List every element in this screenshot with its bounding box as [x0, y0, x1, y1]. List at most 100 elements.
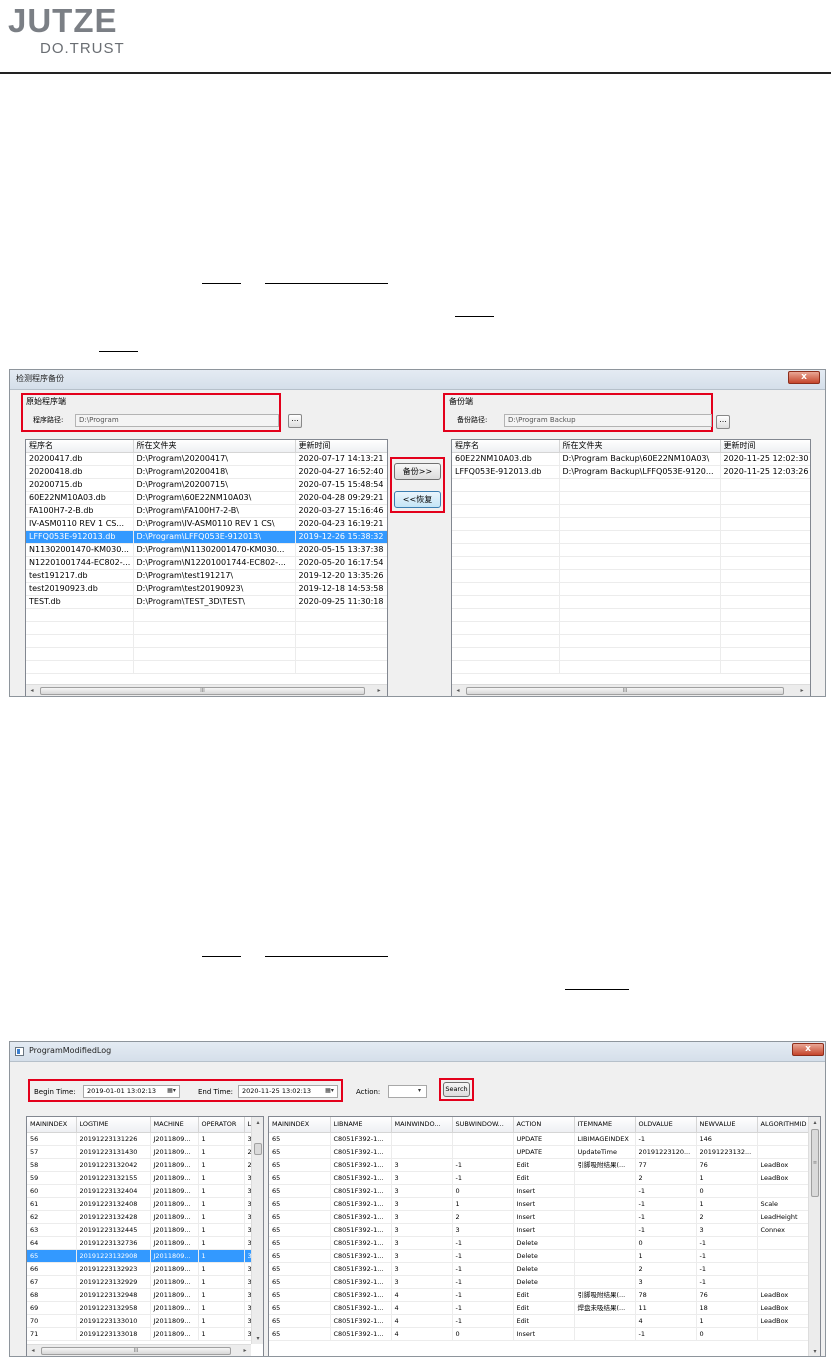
close-button[interactable]: x: [792, 1043, 824, 1056]
table-row[interactable]: N11302001470-KM030... D:\Program\N1130200…: [26, 543, 387, 558]
table-row[interactable]: 65 C8051F392-1... 3 -1 Delete 2 -1: [269, 1262, 811, 1276]
table-row[interactable]: 65 C8051F392-1... UPDATE UpdateTime 20191223…: [269, 1145, 811, 1159]
table-row[interactable]: 65 C8051F392-1... 3 -1 Delete 1 -1: [269, 1249, 811, 1263]
table-row[interactable]: 65 C8051F392-1... 3 -1 Edit 引脚吸附结果(... 77 76 Lea…: [269, 1158, 811, 1172]
column-header[interactable]: SUBWINDOW...: [452, 1117, 514, 1133]
table-row[interactable]: 65 C8051F392-1... 3 3 Insert -1 3 Connex: [269, 1223, 811, 1237]
scroll-left-icon[interactable]: ◂: [26, 687, 38, 695]
table-row[interactable]: LFFQ053E-912013.db D:\Program Backup\LFFQ…: [452, 465, 810, 480]
scroll-left-icon[interactable]: ◂: [27, 1347, 39, 1355]
scroll-thumb[interactable]: III: [41, 1347, 231, 1355]
vertical-scrollbar[interactable]: ▴ ▾: [251, 1117, 263, 1344]
table-row[interactable]: 20200417.db D:\Program\20200417\ 2020-07-1…: [26, 452, 387, 467]
scroll-up-icon[interactable]: ▴: [252, 1119, 263, 1127]
dest-browse-button[interactable]: ...: [716, 415, 730, 429]
table-row[interactable]: 63 20191223132445 J2011809... 1 3: [27, 1223, 254, 1237]
backup-button[interactable]: 备份>>: [394, 463, 441, 480]
horizontal-scrollbar[interactable]: ◂ III ▸: [452, 684, 810, 696]
table-row[interactable]: 65 C8051F392-1... 4 -1 Edit 引脚吸附结果(... 78 76 Lea…: [269, 1288, 811, 1302]
table-row[interactable]: 65 C8051F392-1... 4 -1 Edit 焊盘未吸结果(... 11 18 Lea…: [269, 1301, 811, 1315]
column-header[interactable]: ACTION: [513, 1117, 575, 1133]
calendar-icon[interactable]: ▦▾: [323, 1086, 336, 1096]
scroll-left-icon[interactable]: ◂: [452, 687, 464, 695]
table-row[interactable]: 56 20191223131226 J2011809... 1 3: [27, 1132, 254, 1146]
end-time-picker[interactable]: 2020-11-25 13:02:13 ▦▾: [238, 1085, 338, 1098]
table-row[interactable]: 20200715.db D:\Program\20200715\ 2020-07-1…: [26, 478, 387, 493]
column-header[interactable]: 所在文件夹: [559, 440, 721, 454]
chevron-down-icon[interactable]: ▾: [413, 1086, 426, 1096]
table-row[interactable]: FA100H7-2-B.db D:\Program\FA100H7-2-B\ 202…: [26, 504, 387, 519]
column-header[interactable]: 程序名: [26, 440, 134, 454]
scroll-right-icon[interactable]: ▸: [373, 687, 385, 695]
table-row[interactable]: 66 20191223132923 J2011809... 1 3: [27, 1262, 254, 1276]
table-row[interactable]: 62 20191223132428 J2011809... 1 3: [27, 1210, 254, 1224]
horizontal-scrollbar[interactable]: ◂ III ▸: [26, 684, 387, 696]
table-row[interactable]: 70 20191223133010 J2011809... 1 3: [27, 1314, 254, 1328]
column-header[interactable]: MAININDEX: [27, 1117, 77, 1133]
table-row[interactable]: 65 C8051F392-1... 3 -1 Delete 0 -1: [269, 1236, 811, 1250]
table-row[interactable]: 65 C8051F392-1... 3 2 Insert -1 2 LeadHeight: [269, 1210, 811, 1224]
column-header[interactable]: 程序名: [452, 440, 560, 454]
table-row[interactable]: 65 C8051F392-1... 4 0 Insert -1 0: [269, 1327, 811, 1341]
table-row[interactable]: 68 20191223132948 J2011809... 1 3: [27, 1288, 254, 1302]
column-header[interactable]: LIBNAME: [330, 1117, 392, 1133]
search-button[interactable]: Search: [443, 1082, 470, 1097]
table-row[interactable]: 71 20191223133018 J2011809... 1 3: [27, 1327, 254, 1341]
action-select[interactable]: ▾: [388, 1085, 427, 1098]
column-header[interactable]: 所在文件夹: [133, 440, 296, 454]
table-row[interactable]: 67 20191223132929 J2011809... 1 3: [27, 1275, 254, 1289]
table-row[interactable]: TEST.db D:\Program\TEST_3D\TEST\ 2020-09-2…: [26, 595, 387, 610]
table-row[interactable]: 65 C8051F392-1... 4 -1 Edit 4 1 LeadBox: [269, 1314, 811, 1328]
table-row[interactable]: 65 C8051F392-1... 3 1 Insert -1 1 Scale: [269, 1197, 811, 1211]
scroll-right-icon[interactable]: ▸: [796, 687, 808, 695]
scroll-up-icon[interactable]: ▴: [809, 1119, 820, 1127]
table-row[interactable]: N12201001744-EC802-... D:\Program\N122010…: [26, 556, 387, 571]
source-browse-button[interactable]: ...: [288, 414, 302, 428]
scroll-down-icon[interactable]: ▾: [809, 1348, 820, 1356]
table-row[interactable]: 60E22NM10A03.db D:\Program\60E22NM10A03\ 2…: [26, 491, 387, 506]
scroll-thumb[interactable]: III: [40, 687, 365, 695]
table-row[interactable]: test191217.db D:\Program\test191217\ 2019-…: [26, 569, 387, 584]
calendar-icon[interactable]: ▦▾: [165, 1086, 178, 1096]
scroll-thumb[interactable]: III: [466, 687, 784, 695]
table-row[interactable]: 65 20191223132908 J2011809... 1 3: [27, 1249, 254, 1263]
scroll-thumb[interactable]: ≡: [811, 1129, 819, 1197]
dest-path-field[interactable]: D:\Program Backup: [504, 414, 712, 427]
table-row[interactable]: 20200418.db D:\Program\20200418\ 2020-04-2…: [26, 465, 387, 480]
source-path-field[interactable]: D:\Program: [75, 414, 279, 427]
column-header[interactable]: OPERATOR: [198, 1117, 245, 1133]
table-row[interactable]: 60E22NM10A03.db D:\Program Backup\60E22NM…: [452, 452, 810, 467]
column-header[interactable]: ITEMNAME: [574, 1117, 636, 1133]
table-row[interactable]: 59 20191223132155 J2011809... 1 3: [27, 1171, 254, 1185]
table-row[interactable]: 65 C8051F392-1... 3 -1 Delete 3 -1: [269, 1275, 811, 1289]
table-row[interactable]: 69 20191223132958 J2011809... 1 3: [27, 1301, 254, 1315]
table-row[interactable]: 65 C8051F392-1... 3 -1 Edit 2 1 LeadBox: [269, 1171, 811, 1185]
table-row[interactable]: 58 20191223132042 J2011809... 1 2: [27, 1158, 254, 1172]
column-header[interactable]: 更新时间: [295, 440, 387, 454]
table-row[interactable]: IV-ASM0110 REV 1 CS... D:\Program\IV-ASM0…: [26, 517, 387, 532]
vertical-scrollbar[interactable]: ▴ ≡ ▾: [808, 1117, 820, 1356]
scroll-down-icon[interactable]: ▾: [252, 1335, 263, 1343]
restore-button[interactable]: <<恢复: [394, 491, 441, 508]
table-row[interactable]: 61 20191223132408 J2011809... 1 3: [27, 1197, 254, 1211]
column-header[interactable]: MACHINE: [150, 1117, 199, 1133]
column-header[interactable]: 更新时间: [720, 440, 810, 454]
begin-time-picker[interactable]: 2019-01-01 13:02:13 ▦▾: [83, 1085, 180, 1098]
column-header[interactable]: NEWVALUE: [696, 1117, 758, 1133]
horizontal-scrollbar[interactable]: ◂ III ▸: [27, 1344, 251, 1356]
column-header[interactable]: MAININDEX: [269, 1117, 331, 1133]
column-header[interactable]: LOGTIME: [76, 1117, 151, 1133]
column-header[interactable]: OLDVALUE: [635, 1117, 697, 1133]
table-row[interactable]: 57 20191223131430 J2011809... 1 2: [27, 1145, 254, 1159]
column-header[interactable]: ALGORITHMID: [757, 1117, 811, 1133]
table-row[interactable]: 64 20191223132736 J2011809... 1 3: [27, 1236, 254, 1250]
scroll-thumb[interactable]: [254, 1143, 262, 1155]
table-row[interactable]: LFFQ053E-912013.db D:\Program\LFFQ053E-91…: [26, 530, 387, 545]
table-row[interactable]: 65 C8051F392-1... UPDATE LIBIMAGEINDEX -1 146: [269, 1132, 811, 1146]
table-row[interactable]: 65 C8051F392-1... 3 0 Insert -1 0: [269, 1184, 811, 1198]
close-button[interactable]: x: [788, 371, 820, 384]
column-header[interactable]: MAINWINDO...: [391, 1117, 453, 1133]
table-row[interactable]: 60 20191223132404 J2011809... 1 3: [27, 1184, 254, 1198]
scroll-right-icon[interactable]: ▸: [239, 1347, 251, 1355]
table-row[interactable]: test20190923.db D:\Program\test20190923\ 2…: [26, 582, 387, 597]
